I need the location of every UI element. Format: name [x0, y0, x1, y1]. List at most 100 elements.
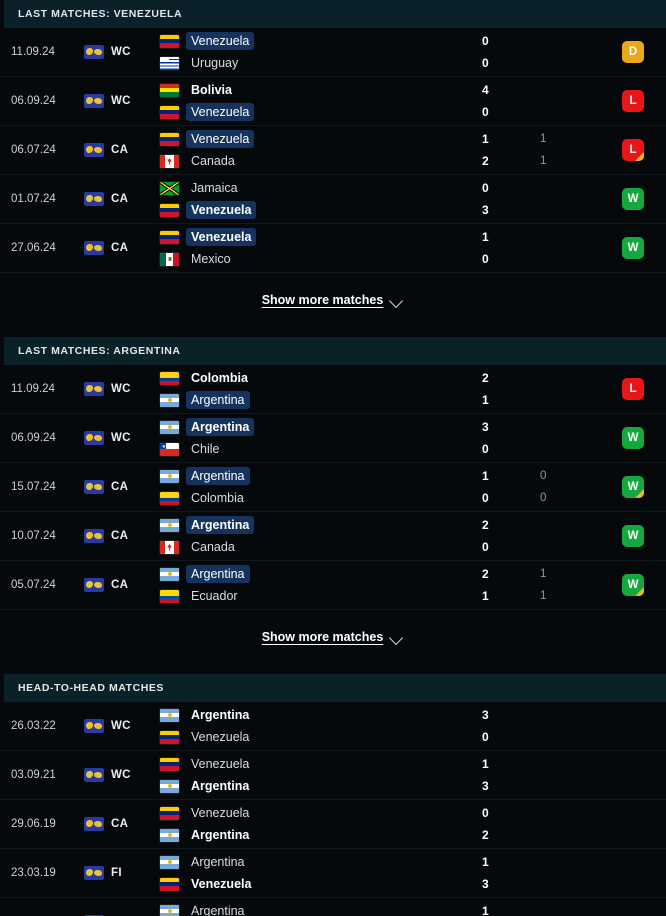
score-away: 0: [482, 491, 489, 505]
table-row[interactable]: 10.07.24 CA Argentina Canada 2 0 W: [0, 512, 666, 561]
table-row[interactable]: 27.06.24 CA Venezuela Mexico 1 0 W: [0, 224, 666, 273]
penalty-away: [540, 202, 600, 218]
team-row-away[interactable]: Colombia: [160, 490, 482, 506]
flag-argentina-icon: [160, 567, 179, 581]
competition-cell[interactable]: CA: [84, 224, 154, 272]
team-row-away[interactable]: Venezuela: [160, 201, 482, 219]
team-row-home[interactable]: Venezuela: [160, 32, 482, 50]
team-row-away[interactable]: Argentina: [160, 778, 482, 794]
team-row-away[interactable]: Argentina: [160, 391, 482, 409]
team-row-away[interactable]: Canada: [160, 153, 482, 169]
team-row-home[interactable]: Bolivia: [160, 82, 482, 98]
team-name: Argentina: [186, 516, 255, 534]
team-name: Venezuela: [186, 201, 257, 219]
score-home: 1: [482, 132, 489, 146]
competition-cell[interactable]: WC: [84, 702, 154, 750]
team-row-home[interactable]: Argentina: [160, 418, 482, 436]
world-cup-icon: [84, 480, 104, 494]
table-row[interactable]: 05.07.24 CA Argentina Ecuador 2 1 1 1 W: [0, 561, 666, 610]
flag-argentina-icon: [160, 420, 179, 434]
teams-cell: Argentina Venezuela: [154, 702, 482, 750]
penalty-cell: 11: [540, 126, 600, 174]
flag-chile-icon: [160, 442, 179, 456]
table-row[interactable]: 29.06.19 CA Venezuela Argentina 0 2: [0, 800, 666, 849]
team-row-home[interactable]: Venezuela: [160, 756, 482, 772]
score-home: 1: [482, 757, 489, 771]
competition-cell[interactable]: WC: [84, 365, 154, 413]
team-row-away[interactable]: Argentina: [160, 827, 482, 843]
result-cell: L: [600, 77, 666, 125]
team-row-away[interactable]: Chile: [160, 441, 482, 457]
show-more-matches-button[interactable]: Show more matches: [0, 610, 666, 664]
competition-cell[interactable]: FI: [84, 849, 154, 897]
world-cup-icon: [84, 192, 104, 206]
competition-cell[interactable]: WC: [84, 28, 154, 76]
match-date: 27.06.24: [11, 242, 56, 254]
competition-label: CA: [111, 144, 129, 156]
teams-cell: ArgentinaVenezuela: [154, 898, 482, 916]
competition-cell[interactable]: CA: [84, 512, 154, 560]
teams-cell: Argentina Colombia: [154, 463, 482, 511]
competition-cell[interactable]: WC: [84, 751, 154, 799]
team-row-away[interactable]: Uruguay: [160, 55, 482, 71]
penalty-home: [540, 517, 600, 533]
table-row[interactable]: 06.09.24 WC Argentina Chile 3 0 W: [0, 414, 666, 463]
table-row[interactable]: 15.07.24 CA Argentina Colombia 1 0 0 0 W: [0, 463, 666, 512]
team-name: Chile: [191, 442, 220, 456]
team-row-away[interactable]: Venezuela: [160, 103, 482, 121]
table-row[interactable]: 06.09.17WCArgentinaVenezuela11: [0, 898, 666, 916]
team-name: Canada: [191, 154, 235, 168]
team-row-home[interactable]: Argentina: [160, 903, 482, 916]
team-row-away[interactable]: Mexico: [160, 251, 482, 267]
table-row[interactable]: 11.09.24 WC Colombia Argentina 2 1 L: [0, 365, 666, 414]
table-row[interactable]: 03.09.21 WC Venezuela Argentina 1 3: [0, 751, 666, 800]
team-row-home[interactable]: Venezuela: [160, 805, 482, 821]
show-more-matches-button[interactable]: Show more matches: [0, 273, 666, 327]
competition-cell[interactable]: CA: [84, 800, 154, 848]
team-row-away[interactable]: Venezuela: [160, 876, 482, 892]
teams-cell: Colombia Argentina: [154, 365, 482, 413]
flag-mexico-icon: [160, 252, 179, 266]
team-row-home[interactable]: Jamaica: [160, 180, 482, 196]
competition-cell[interactable]: CA: [84, 175, 154, 223]
team-row-away[interactable]: Venezuela: [160, 729, 482, 745]
score-home: 1: [482, 230, 489, 244]
penalty-away: [540, 827, 600, 843]
team-row-home[interactable]: Colombia: [160, 370, 482, 386]
penalty-home: [540, 903, 600, 916]
team-row-home[interactable]: Argentina: [160, 707, 482, 723]
team-row-home[interactable]: Venezuela: [160, 130, 482, 148]
competition-cell[interactable]: CA: [84, 463, 154, 511]
team-row-home[interactable]: Argentina: [160, 854, 482, 870]
section-header-last-matches-venezuela: LAST MATCHES: VENEZUELA: [0, 0, 666, 28]
table-row[interactable]: 23.03.19 FI Argentina Venezuela 1 3: [0, 849, 666, 898]
competition-label: WC: [111, 769, 131, 781]
result-cell: W: [600, 414, 666, 462]
teams-cell: Argentina Canada: [154, 512, 482, 560]
table-row[interactable]: 01.07.24 CA Jamaica Venezuela 0 3 W: [0, 175, 666, 224]
table-row[interactable]: 06.09.24 WC Bolivia Venezuela 4 0 L: [0, 77, 666, 126]
competition-cell[interactable]: CA: [84, 561, 154, 609]
table-row[interactable]: 06.07.24 CA Venezuela Canada 1 2 1 1 L: [0, 126, 666, 175]
competition-cell[interactable]: WC: [84, 77, 154, 125]
team-row-away[interactable]: Ecuador: [160, 588, 482, 604]
table-row[interactable]: 26.03.22 WC Argentina Venezuela 3 0: [0, 702, 666, 751]
team-row-away[interactable]: Canada: [160, 539, 482, 555]
competition-cell[interactable]: CA: [84, 126, 154, 174]
score-home: 2: [482, 567, 489, 581]
competition-cell[interactable]: WC: [84, 898, 154, 916]
table-row[interactable]: 11.09.24 WC Venezuela Uruguay 0 0 D: [0, 28, 666, 77]
flag-venezuela-icon: [160, 877, 179, 891]
score-cell: 10: [482, 224, 540, 272]
penalty-away: 0: [540, 492, 547, 504]
match-date: 01.07.24: [11, 193, 56, 205]
team-row-home[interactable]: Argentina: [160, 516, 482, 534]
competition-cell[interactable]: WC: [84, 414, 154, 462]
result-cell: W: [600, 175, 666, 223]
score-cell: 00: [482, 28, 540, 76]
team-row-home[interactable]: Venezuela: [160, 228, 482, 246]
team-row-home[interactable]: Argentina: [160, 565, 482, 583]
status-badge-label: D: [628, 46, 638, 58]
team-name: Venezuela: [186, 228, 257, 246]
team-row-home[interactable]: Argentina: [160, 467, 482, 485]
